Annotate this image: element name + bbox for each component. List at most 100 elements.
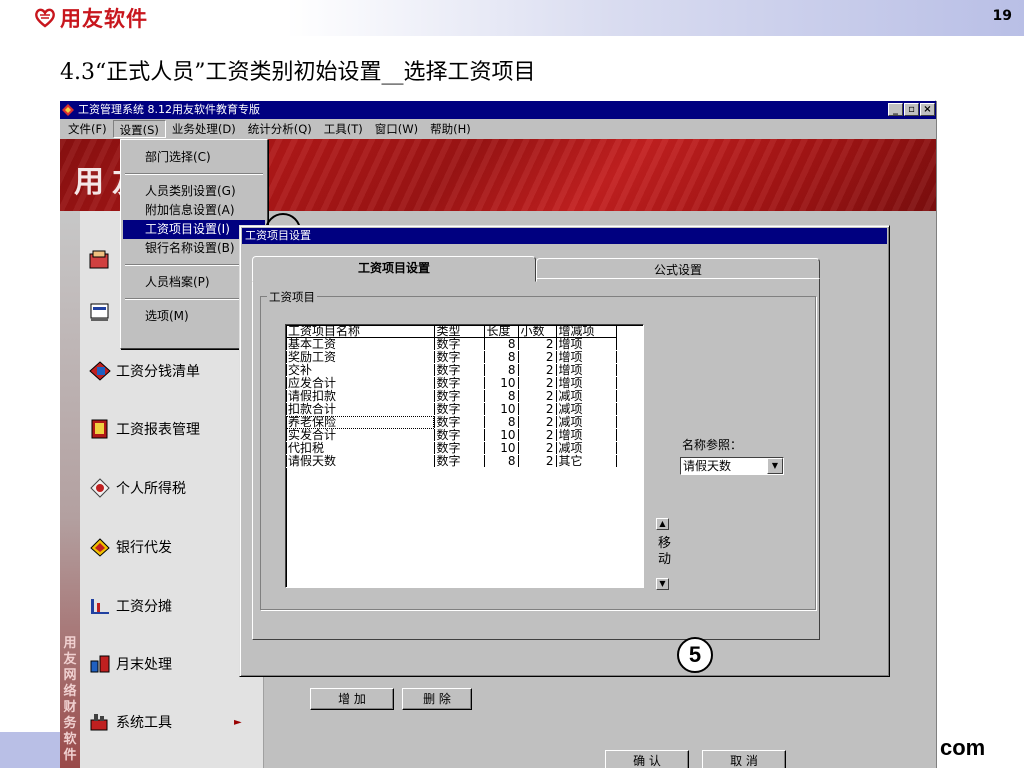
cell-item-name[interactable]: 实发合计 bbox=[286, 428, 435, 442]
step-callout: 5 bbox=[677, 637, 713, 673]
table-row[interactable]: 实发合计 数字 10 2 增项 bbox=[286, 428, 617, 442]
menu-item-personnel-category[interactable]: 人员类别设置(G) bbox=[123, 182, 265, 201]
table-row[interactable]: 交补 数字 8 2 增项 bbox=[286, 363, 617, 377]
cell-length[interactable]: 10 bbox=[484, 441, 519, 455]
cell-add-subtract[interactable]: 减项 bbox=[556, 441, 617, 455]
add-button[interactable]: 增 加 bbox=[310, 688, 394, 710]
cell-decimals[interactable]: 2 bbox=[518, 402, 557, 416]
cell-item-name[interactable]: 交补 bbox=[286, 363, 435, 377]
cell-item-name[interactable]: 基本工资 bbox=[286, 337, 435, 351]
dropdown-arrow-icon[interactable]: ▼ bbox=[767, 458, 783, 474]
delete-button[interactable]: 删 除 bbox=[402, 688, 472, 710]
table-row[interactable]: 请假扣款 数字 8 2 减项 bbox=[286, 389, 617, 403]
cell-length[interactable]: 10 bbox=[484, 376, 519, 390]
cell-item-name[interactable]: 请假天数 bbox=[286, 454, 435, 468]
cell-decimals[interactable]: 2 bbox=[518, 350, 557, 364]
cell-decimals[interactable]: 2 bbox=[518, 337, 557, 351]
cell-add-subtract[interactable]: 增项 bbox=[556, 363, 617, 377]
menu-window[interactable]: 窗口(W) bbox=[369, 120, 424, 138]
cell-type[interactable]: 数字 bbox=[434, 428, 485, 442]
move-down-icon[interactable]: ▼ bbox=[656, 578, 669, 590]
cell-add-subtract[interactable]: 减项 bbox=[556, 402, 617, 416]
cell-add-subtract[interactable]: 增项 bbox=[556, 428, 617, 442]
table-row[interactable]: 应发合计 数字 10 2 增项 bbox=[286, 376, 617, 390]
cell-item-name[interactable]: 代扣税 bbox=[286, 441, 435, 455]
nav-item-bank[interactable]: 银行代发 bbox=[88, 535, 172, 559]
cell-length[interactable]: 8 bbox=[484, 454, 519, 468]
cancel-button[interactable]: 取 消 bbox=[702, 750, 786, 768]
cell-add-subtract[interactable]: 减项 bbox=[556, 415, 617, 429]
table-row[interactable]: 基本工资 数字 8 2 增项 bbox=[286, 337, 617, 351]
cell-type[interactable]: 数字 bbox=[434, 415, 485, 429]
column-header-add-subtract[interactable]: 增减项 bbox=[556, 325, 617, 338]
table-row[interactable]: 养老保险 数字 8 2 减项 bbox=[286, 415, 617, 429]
cell-length[interactable]: 8 bbox=[484, 415, 519, 429]
cell-type[interactable]: 数字 bbox=[434, 389, 485, 403]
salary-item-grid[interactable]: 工资项目名称 类型 长度 小数 增减项 基本工资 数字 8 2 增项 奖励工资 数字 8 2 增项… bbox=[285, 324, 644, 588]
menu-settings[interactable]: 设置(S) bbox=[112, 120, 166, 138]
cell-item-name[interactable]: 扣款合计 bbox=[286, 402, 435, 416]
menu-tools[interactable]: 工具(T) bbox=[318, 120, 369, 138]
tab-salary-items[interactable]: 工资项目设置 bbox=[252, 256, 536, 282]
nav-item-report[interactable]: 工资报表管理 bbox=[88, 417, 200, 441]
menu-item-additional-info[interactable]: 附加信息设置(A) bbox=[123, 201, 265, 220]
menu-item-department[interactable]: 部门选择(C) bbox=[123, 148, 265, 167]
column-header-length[interactable]: 长度 bbox=[484, 325, 519, 338]
nav-item-payroll-slip[interactable]: 工资分钱清单 bbox=[88, 359, 200, 383]
cell-item-name[interactable]: 请假扣款 bbox=[286, 389, 435, 403]
cell-decimals[interactable]: 2 bbox=[518, 363, 557, 377]
nav-item-tax[interactable]: 个人所得税 bbox=[88, 476, 186, 500]
cell-item-name[interactable]: 奖励工资 bbox=[286, 350, 435, 364]
cell-length[interactable]: 10 bbox=[484, 402, 519, 416]
nav-item-top-1[interactable] bbox=[88, 248, 116, 272]
table-row[interactable]: 代扣税 数字 10 2 减项 bbox=[286, 441, 617, 455]
table-row[interactable]: 奖励工资 数字 8 2 增项 bbox=[286, 350, 617, 364]
cell-decimals[interactable]: 2 bbox=[518, 415, 557, 429]
cell-length[interactable]: 8 bbox=[484, 363, 519, 377]
cell-item-name[interactable]: 养老保险 bbox=[286, 415, 435, 429]
cell-type[interactable]: 数字 bbox=[434, 363, 485, 377]
cell-add-subtract[interactable]: 增项 bbox=[556, 376, 617, 390]
name-reference-select[interactable]: 请假天数 ▼ bbox=[680, 457, 784, 475]
cell-type[interactable]: 数字 bbox=[434, 402, 485, 416]
cell-type[interactable]: 数字 bbox=[434, 441, 485, 455]
cell-add-subtract[interactable]: 增项 bbox=[556, 350, 617, 364]
menu-statistics[interactable]: 统计分析(Q) bbox=[242, 120, 318, 138]
cell-decimals[interactable]: 2 bbox=[518, 441, 557, 455]
menu-help[interactable]: 帮助(H) bbox=[424, 120, 477, 138]
cell-decimals[interactable]: 2 bbox=[518, 454, 557, 468]
menu-file[interactable]: 文件(F) bbox=[62, 120, 113, 138]
cell-decimals[interactable]: 2 bbox=[518, 428, 557, 442]
nav-item-top-2[interactable] bbox=[88, 300, 116, 324]
move-up-icon[interactable]: ▲ bbox=[656, 518, 669, 530]
menu-business[interactable]: 业务处理(D) bbox=[166, 120, 242, 138]
cell-add-subtract[interactable]: 其它 bbox=[556, 454, 617, 468]
nav-label: 工资报表管理 bbox=[116, 422, 200, 438]
restore-button[interactable]: ▫ bbox=[904, 103, 919, 116]
cell-length[interactable]: 8 bbox=[484, 389, 519, 403]
cell-add-subtract[interactable]: 增项 bbox=[556, 337, 617, 351]
nav-item-system-tools[interactable]: 系统工具 bbox=[88, 710, 172, 734]
cell-length[interactable]: 8 bbox=[484, 350, 519, 364]
column-header-decimals[interactable]: 小数 bbox=[518, 325, 557, 338]
cell-length[interactable]: 10 bbox=[484, 428, 519, 442]
nav-item-month-end[interactable]: 月末处理 bbox=[88, 652, 172, 676]
column-header-name[interactable]: 工资项目名称 bbox=[286, 325, 435, 338]
ok-button[interactable]: 确 认 bbox=[605, 750, 689, 768]
footer-bar bbox=[0, 732, 64, 768]
cell-decimals[interactable]: 2 bbox=[518, 389, 557, 403]
cell-decimals[interactable]: 2 bbox=[518, 376, 557, 390]
table-row[interactable]: 扣款合计 数字 10 2 减项 bbox=[286, 402, 617, 416]
nav-item-allocation[interactable]: 工资分摊 bbox=[88, 594, 172, 618]
cell-item-name[interactable]: 应发合计 bbox=[286, 376, 435, 390]
cell-type[interactable]: 数字 bbox=[434, 337, 485, 351]
table-row[interactable]: 请假天数 数字 8 2 其它 bbox=[286, 454, 617, 468]
cell-type[interactable]: 数字 bbox=[434, 376, 485, 390]
cell-type[interactable]: 数字 bbox=[434, 350, 485, 364]
minimize-button[interactable]: _ bbox=[888, 103, 903, 116]
column-header-type[interactable]: 类型 bbox=[434, 325, 485, 338]
close-button[interactable]: × bbox=[920, 103, 935, 116]
cell-add-subtract[interactable]: 减项 bbox=[556, 389, 617, 403]
cell-type[interactable]: 数字 bbox=[434, 454, 485, 468]
cell-length[interactable]: 8 bbox=[484, 337, 519, 351]
